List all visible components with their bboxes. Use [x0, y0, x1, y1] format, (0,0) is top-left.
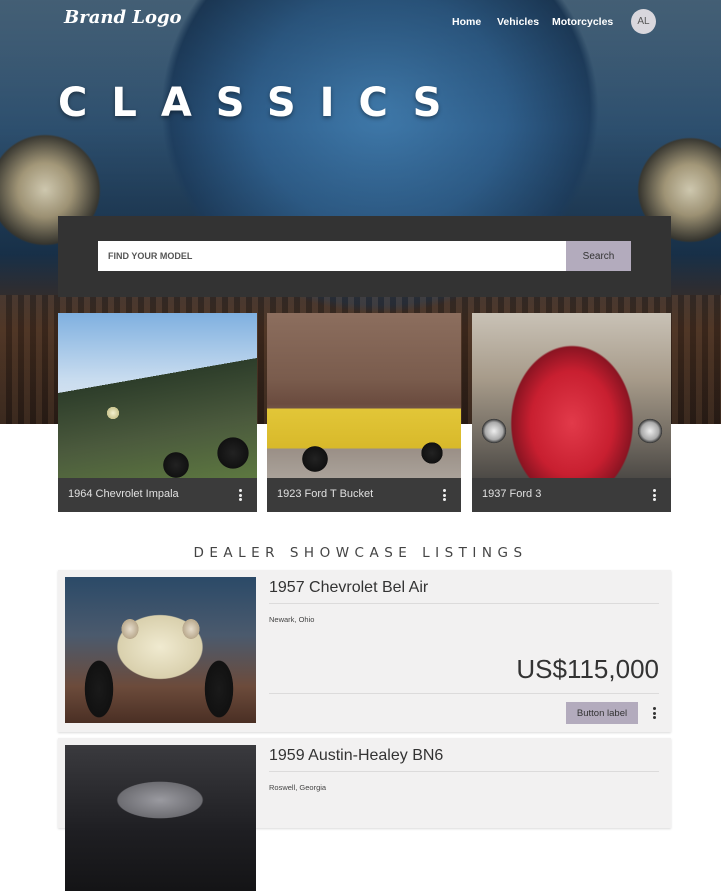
listing-card[interactable]: 1959 Austin-Healey BN6 Roswell, Georgia: [58, 738, 671, 891]
listing-card[interactable]: 1957 Chevrolet Bel Air Newark, Ohio US$1…: [58, 570, 671, 732]
divider: [269, 603, 659, 604]
listing-title[interactable]: 1959 Austin-Healey BN6: [269, 747, 443, 765]
featured-card[interactable]: 1964 Chevrolet Impala: [58, 313, 257, 512]
listing-location: Newark, Ohio: [269, 615, 315, 624]
search-button[interactable]: Search: [566, 241, 631, 271]
hero-title: CLASSICS: [58, 80, 466, 126]
listing-photo[interactable]: [65, 577, 256, 723]
car-photo: [472, 313, 671, 478]
search-input[interactable]: [98, 241, 566, 271]
card-title: 1923 Ford T Bucket: [277, 488, 374, 500]
search-panel: Search: [58, 216, 671, 297]
more-vert-icon[interactable]: [647, 487, 661, 503]
more-vert-icon[interactable]: [647, 705, 661, 721]
card-footer: 1964 Chevrolet Impala: [58, 478, 257, 512]
featured-card[interactable]: 1937 Ford 3: [472, 313, 671, 512]
listing-photo[interactable]: [65, 745, 256, 891]
car-photo: [58, 313, 257, 478]
featured-card[interactable]: 1923 Ford T Bucket: [267, 313, 461, 512]
card-footer: 1923 Ford T Bucket: [267, 478, 461, 512]
listing-price: US$115,000: [516, 654, 659, 684]
card-footer: 1937 Ford 3: [472, 478, 671, 512]
nav-link-home[interactable]: Home: [452, 16, 481, 28]
nav-link-vehicles[interactable]: Vehicles: [497, 16, 539, 28]
nav-link-motorcycles[interactable]: Motorcycles: [552, 16, 613, 28]
top-navigation: Brand Logo Home Vehicles Motorcycles AL: [0, 0, 721, 45]
card-title: 1937 Ford 3: [482, 488, 542, 500]
listing-location: Roswell, Georgia: [269, 783, 327, 792]
car-photo: [267, 313, 461, 478]
section-title: DEALER SHOWCASE LISTINGS: [193, 545, 528, 561]
divider: [269, 771, 659, 772]
divider: [269, 693, 659, 694]
card-title: 1964 Chevrolet Impala: [68, 488, 179, 500]
listing-title[interactable]: 1957 Chevrolet Bel Air: [269, 579, 428, 597]
listing-action-button[interactable]: Button label: [566, 702, 638, 724]
more-vert-icon[interactable]: [233, 487, 247, 503]
brand-logo[interactable]: Brand Logo: [64, 7, 182, 28]
user-avatar[interactable]: AL: [631, 9, 656, 34]
more-vert-icon[interactable]: [437, 487, 451, 503]
